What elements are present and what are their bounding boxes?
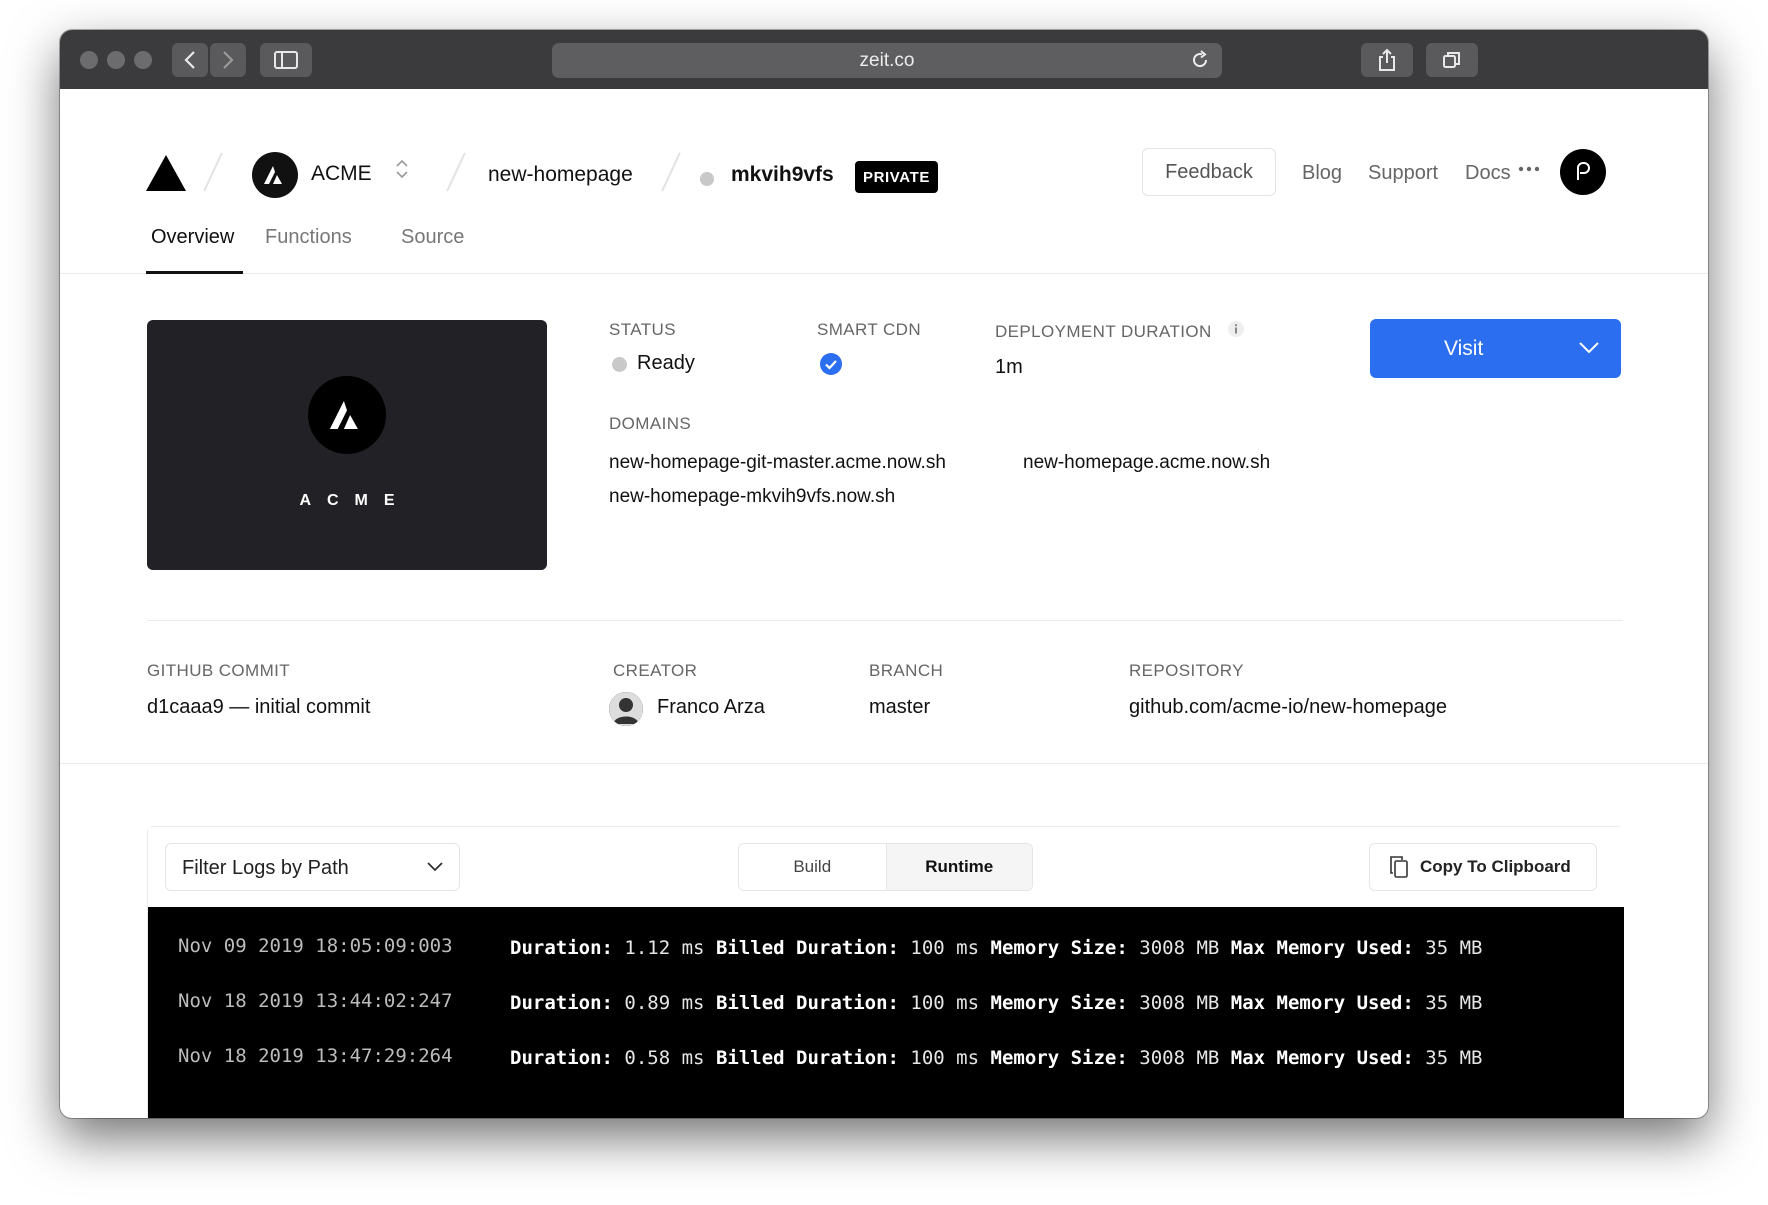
nav-link-blog[interactable]: Blog — [1302, 162, 1342, 185]
user-avatar[interactable] — [1560, 149, 1606, 195]
more-icon[interactable] — [1518, 166, 1540, 172]
log-timestamp: Nov 18 2019 13:44:02:247 — [178, 990, 453, 1012]
chat-bubble-icon — [1577, 162, 1591, 180]
back-button[interactable] — [172, 43, 208, 77]
tab-runtime[interactable]: Runtime — [885, 844, 1032, 890]
tabs-overview-button[interactable] — [1426, 43, 1478, 77]
domain-link[interactable]: new-homepage-mkvih9vfs.now.sh — [609, 486, 895, 508]
domain-link[interactable]: new-homepage.acme.now.sh — [1023, 452, 1270, 474]
tab-build[interactable]: Build — [739, 844, 886, 890]
visit-button-label: Visit — [1444, 337, 1484, 360]
creator-label: CREATOR — [613, 661, 698, 680]
copy-to-clipboard-button[interactable]: Copy To Clipboard — [1369, 843, 1597, 891]
deployment-id: mkvih9vfs — [731, 163, 834, 186]
address-bar[interactable]: zeit.co — [552, 43, 1222, 78]
deployment-duration-label: DEPLOYMENT DURATION — [995, 322, 1212, 341]
nav-link-support[interactable]: Support — [1368, 162, 1438, 185]
tabs-icon — [1443, 52, 1460, 68]
visit-button[interactable]: Visit — [1370, 319, 1621, 378]
domain-link[interactable]: new-homepage-git-master.acme.now.sh — [609, 452, 946, 474]
log-message: Duration: 0.58 ms Billed Duration: 100 m… — [510, 1047, 1483, 1069]
sidebar-icon — [274, 51, 298, 69]
smart-cdn-label: SMART CDN — [817, 320, 922, 339]
browser-toolbar: zeit.co — [60, 30, 1708, 89]
breadcrumb-separator — [661, 152, 681, 192]
chevron-updown-icon[interactable] — [395, 157, 409, 181]
reload-icon[interactable] — [1190, 50, 1210, 76]
feedback-button[interactable]: Feedback — [1142, 148, 1276, 196]
deployment-status-dot — [700, 172, 714, 186]
breadcrumb-separator — [203, 152, 223, 192]
copy-to-clipboard-label: Copy To Clipboard — [1420, 857, 1571, 876]
team-name[interactable]: ACME — [311, 162, 372, 186]
logs-panel: Filter Logs by Path Build Runtime Copy T… — [147, 826, 1624, 1118]
deployment-preview[interactable]: ACME — [147, 320, 547, 570]
copy-icon — [1390, 856, 1408, 878]
log-timestamp: Nov 09 2019 18:05:09:003 — [178, 935, 453, 957]
sidebar-toggle-button[interactable] — [260, 43, 312, 77]
zoom-window-button[interactable] — [134, 51, 152, 69]
status-label: STATUS — [609, 320, 676, 339]
share-button[interactable] — [1361, 43, 1413, 77]
dashboard-header: ACME new-homepage mkvih9vfs PRIVATE Feed… — [60, 89, 1708, 274]
tab-functions[interactable]: Functions — [265, 226, 352, 249]
preview-logo — [308, 376, 386, 454]
share-icon — [1379, 48, 1395, 71]
log-output[interactable]: Nov 09 2019 18:05:09:003 Duration: 1.12 … — [148, 907, 1624, 1118]
chevron-right-icon — [223, 51, 234, 69]
domains-label: DOMAINS — [609, 414, 692, 433]
divider — [60, 763, 1708, 764]
forward-button[interactable] — [210, 43, 246, 77]
close-window-button[interactable] — [80, 51, 98, 69]
project-name[interactable]: new-homepage — [488, 163, 633, 187]
logs-toolbar: Filter Logs by Path Build Runtime Copy T… — [148, 827, 1624, 907]
chevron-down-icon[interactable] — [1578, 341, 1600, 355]
active-tab-indicator — [146, 271, 243, 274]
team-avatar[interactable] — [252, 152, 298, 198]
browser-window: zeit.co ACME new-homepage mkvih9vfs PRIV… — [60, 30, 1708, 1118]
filter-logs-label: Filter Logs by Path — [182, 857, 349, 879]
preview-title: ACME — [299, 492, 411, 509]
url-text: zeit.co — [859, 49, 915, 71]
check-circle-icon — [820, 353, 842, 375]
zeit-logo-icon[interactable] — [146, 155, 186, 191]
log-timestamp: Nov 18 2019 13:47:29:264 — [178, 1045, 453, 1067]
creator-avatar — [609, 692, 643, 726]
log-message: Duration: 1.12 ms Billed Duration: 100 m… — [510, 937, 1483, 959]
log-type-toggle: Build Runtime — [738, 843, 1033, 891]
log-message: Duration: 0.89 ms Billed Duration: 100 m… — [510, 992, 1483, 1014]
acme-logo-icon — [329, 401, 358, 429]
info-icon[interactable] — [1227, 320, 1245, 338]
chevron-down-icon — [427, 862, 443, 872]
tab-source[interactable]: Source — [401, 226, 464, 249]
breadcrumb-separator — [446, 152, 466, 192]
status-value: Ready — [637, 352, 695, 374]
filter-logs-select[interactable]: Filter Logs by Path — [165, 843, 460, 891]
minimize-window-button[interactable] — [107, 51, 125, 69]
github-commit-label: GITHUB COMMIT — [147, 661, 291, 680]
repository-label: REPOSITORY — [1129, 661, 1244, 680]
repository-link[interactable]: github.com/acme-io/new-homepage — [1129, 696, 1447, 719]
creator-name: Franco Arza — [657, 696, 765, 718]
github-commit-value[interactable]: d1caaa9 — initial commit — [147, 696, 370, 719]
branch-value: master — [869, 696, 931, 718]
acme-logo-icon — [264, 166, 282, 184]
chevron-left-icon — [184, 51, 195, 69]
divider — [147, 620, 1623, 621]
deployment-duration-value: 1m — [995, 356, 1023, 378]
branch-label: BRANCH — [869, 661, 944, 680]
tab-overview[interactable]: Overview — [151, 226, 234, 249]
nav-link-docs[interactable]: Docs — [1465, 162, 1511, 185]
private-badge: PRIVATE — [855, 161, 938, 193]
status-dot — [612, 357, 627, 372]
